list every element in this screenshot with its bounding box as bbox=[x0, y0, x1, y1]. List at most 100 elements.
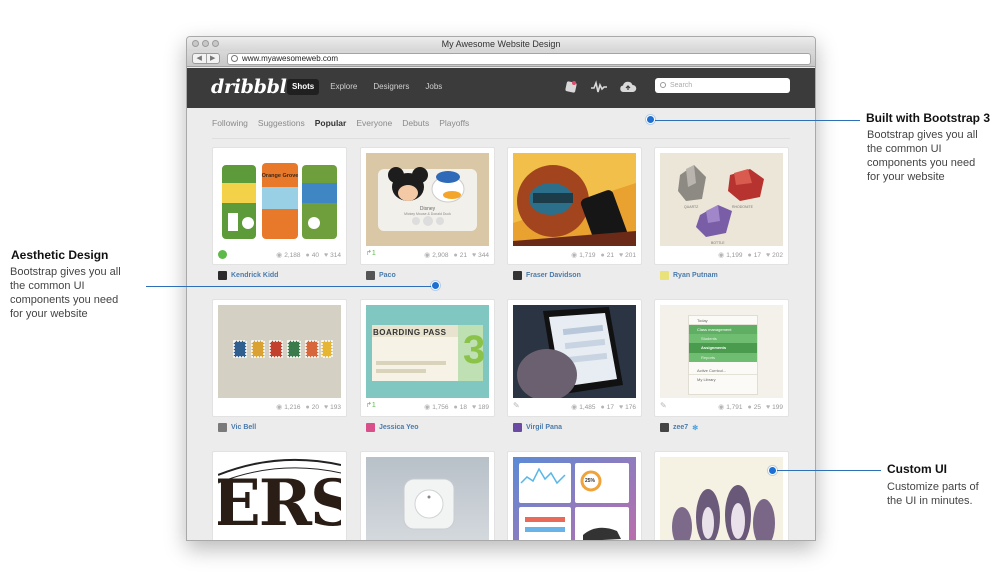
site-logo[interactable]: dribbble bbox=[211, 76, 299, 98]
shot-card[interactable] bbox=[654, 451, 789, 540]
author-name[interactable]: Jessica Yeo bbox=[379, 424, 419, 431]
annotation-text: Bootstrap gives you all the common UI co… bbox=[867, 129, 978, 183]
filter-following[interactable]: Following bbox=[212, 118, 248, 128]
shot-thumbnail[interactable]: 25% bbox=[513, 457, 636, 540]
browser-window: My Awesome Website Design ◀ ▶ www.myawes… bbox=[186, 36, 816, 541]
comments-stat: ● 20 bbox=[305, 403, 319, 411]
author-name[interactable]: Ryan Putnam bbox=[673, 272, 718, 279]
comments-stat: ● 25 bbox=[747, 403, 761, 411]
shot-card[interactable]: ◉ 1,216 ● 20 ♥ 193 bbox=[212, 299, 347, 417]
nav-explore[interactable]: Explore bbox=[325, 79, 362, 95]
shot-author[interactable]: Vic Bell bbox=[218, 423, 256, 432]
minimize-window-button[interactable] bbox=[202, 40, 209, 47]
history-buttons: ◀ ▶ bbox=[192, 53, 220, 64]
back-button[interactable]: ◀ bbox=[193, 54, 206, 63]
author-name[interactable]: Vic Bell bbox=[231, 424, 256, 431]
notifications-icon[interactable] bbox=[563, 80, 579, 94]
likes-stat: ♥ 201 bbox=[618, 251, 636, 259]
filter-everyone[interactable]: Everyone bbox=[356, 118, 392, 128]
shot-thumbnail[interactable]: Today Class management Students Assignme… bbox=[660, 305, 783, 398]
shot-thumbnail[interactable] bbox=[513, 305, 636, 398]
shot-card[interactable]: BOARDING PASS 3 ↱1 ◉ 1,756 ● 18 ♥ 189 bbox=[360, 299, 495, 417]
comments-stat: ● 21 bbox=[600, 251, 614, 259]
avatar bbox=[366, 271, 375, 280]
annotation-line bbox=[146, 286, 432, 287]
zoom-window-button[interactable] bbox=[212, 40, 219, 47]
heart-icon: ♥ bbox=[618, 251, 624, 259]
activity-icon[interactable] bbox=[591, 80, 607, 94]
author-name[interactable]: Fraser Davidson bbox=[526, 272, 581, 279]
shot-card[interactable]: QUARTZ RHODONITE BOTTLE ◉ 1,199 ● 17 ♥ 202 bbox=[654, 147, 789, 265]
heart-icon: ♥ bbox=[618, 403, 624, 411]
heart-icon: ♥ bbox=[323, 251, 329, 259]
annotation-title: Aesthetic Design bbox=[11, 248, 109, 262]
upload-cloud-icon[interactable] bbox=[619, 80, 637, 94]
shot-thumbnail[interactable] bbox=[513, 153, 636, 246]
shot-thumbnail[interactable] bbox=[366, 457, 489, 540]
annotation-line bbox=[655, 120, 860, 121]
heart-icon: ♥ bbox=[765, 251, 771, 259]
shot-thumbnail[interactable]: ERS bbox=[218, 457, 341, 540]
author-name[interactable]: zee7 bbox=[673, 424, 688, 431]
annotation-text: Bootstrap gives you all the common UI co… bbox=[10, 266, 121, 320]
shot-card[interactable]: ◉ 1,719 ● 21 ♥ 201 bbox=[507, 147, 642, 265]
shot-card[interactable]: Orange Grove ◉ 2,188 ● 40 ♥ 314 bbox=[212, 147, 347, 265]
divider bbox=[212, 138, 790, 139]
eye-icon: ◉ bbox=[276, 404, 283, 411]
comment-icon: ● bbox=[453, 403, 458, 411]
shot-card[interactable]: Today Class management Students Assignme… bbox=[654, 299, 789, 417]
filter-popular[interactable]: Popular bbox=[315, 118, 347, 128]
eye-icon: ◉ bbox=[424, 404, 431, 411]
forward-button[interactable]: ▶ bbox=[205, 54, 220, 63]
menu-row: Class management bbox=[689, 325, 757, 334]
shot-author[interactable]: Paco bbox=[366, 271, 396, 280]
likes-stat: ♥ 189 bbox=[471, 403, 489, 411]
author-name[interactable]: Kendrick Kidd bbox=[231, 272, 278, 279]
globe-icon bbox=[231, 55, 238, 62]
shot-thumbnail[interactable] bbox=[660, 153, 783, 246]
filter-debuts[interactable]: Debuts bbox=[402, 118, 429, 128]
shot-author[interactable]: Jessica Yeo bbox=[366, 423, 419, 432]
shot-thumbnail[interactable] bbox=[366, 153, 489, 246]
shot-author[interactable]: Kendrick Kidd bbox=[218, 271, 278, 280]
shot-card[interactable]: Disney Mickey Mouse & Donald Duck ↱1 ◉ 2,… bbox=[360, 147, 495, 265]
comments-stat: ● 40 bbox=[305, 251, 319, 259]
shot-author[interactable]: Ryan Putnam bbox=[660, 271, 718, 280]
shot-card[interactable] bbox=[360, 451, 495, 540]
window-title: My Awesome Website Design bbox=[441, 39, 561, 49]
author-name[interactable]: Virgil Pana bbox=[526, 424, 562, 431]
shot-card[interactable]: ERS bbox=[212, 451, 347, 540]
shot-author[interactable]: Fraser Davidson bbox=[513, 271, 581, 280]
boarding-title: BOARDING PASS bbox=[373, 328, 447, 337]
filter-playoffs[interactable]: Playoffs bbox=[439, 118, 469, 128]
boarding-number: 3 bbox=[463, 328, 486, 372]
shot-author[interactable]: Virgil Pana bbox=[513, 423, 562, 432]
shot-thumbnail[interactable] bbox=[218, 153, 341, 246]
close-window-button[interactable] bbox=[192, 40, 199, 47]
shot-stats: ◉ 1,199 ● 17 ♥ 202 bbox=[660, 249, 783, 261]
shot-card[interactable]: 25% bbox=[507, 451, 642, 540]
nav-jobs[interactable]: Jobs bbox=[420, 79, 447, 95]
avatar bbox=[660, 271, 669, 280]
eye-icon: ◉ bbox=[718, 252, 725, 259]
shot-thumbnail[interactable] bbox=[660, 457, 783, 540]
mineral-label: QUARTZ bbox=[684, 205, 699, 209]
shot-author[interactable]: zee7 ✻ bbox=[660, 423, 698, 432]
address-bar[interactable]: www.myawesomeweb.com bbox=[227, 53, 811, 65]
nav-designers[interactable]: Designers bbox=[368, 79, 414, 95]
menu-panel: Today Class management Students Assignme… bbox=[688, 315, 758, 395]
shot-stats: ✎ ◉ 1,791 ● 25 ♥ 199 bbox=[660, 401, 783, 413]
comment-icon: ● bbox=[600, 251, 605, 259]
avatar bbox=[218, 271, 227, 280]
shot-card[interactable]: ✎ ◉ 1,485 ● 17 ♥ 176 bbox=[507, 299, 642, 417]
nav-shots[interactable]: Shots bbox=[287, 79, 320, 95]
eye-icon: ◉ bbox=[571, 252, 578, 259]
navbar-icons bbox=[563, 80, 637, 94]
search-input[interactable]: Search bbox=[655, 78, 790, 93]
menu-row: Students bbox=[689, 334, 757, 343]
attachment-icon: ✎ bbox=[660, 401, 667, 410]
annotation-dot bbox=[431, 281, 440, 290]
filter-suggestions[interactable]: Suggestions bbox=[258, 118, 305, 128]
author-name[interactable]: Paco bbox=[379, 272, 396, 279]
shot-thumbnail[interactable] bbox=[218, 305, 341, 398]
